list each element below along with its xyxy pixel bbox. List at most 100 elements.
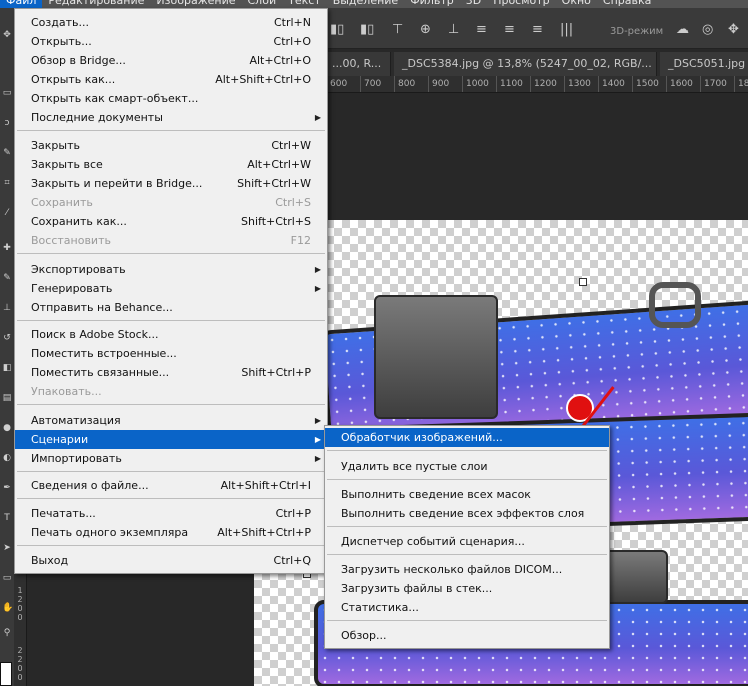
pen-tool-icon[interactable]: ✒ [2,483,12,493]
menu-item-delete-empty-layers[interactable]: Удалить все пустые слои [325,457,609,476]
healing-brush-tool-icon[interactable]: ✚ [2,243,12,253]
menu-item-export[interactable]: Экспортировать ▶ [15,260,327,279]
menu-item-print-one-copy[interactable]: Печать одного экземпляра Alt+Shift+Ctrl+P [15,523,327,542]
menu-item-new[interactable]: Создать... Ctrl+N [15,13,327,32]
quick-select-tool-icon[interactable]: ✎ [2,148,12,158]
menu-item-label: Открыть как смарт-объект... [31,92,199,105]
menu-window[interactable]: Окно [556,0,597,8]
menu-edit[interactable]: Редактирование [42,0,150,8]
menu-separator [17,498,325,499]
distribute-top-icon[interactable]: ≡ [476,22,487,37]
menu-text[interactable]: Текст [282,0,327,8]
distribute-middle-icon[interactable]: ≡ [504,22,515,37]
tab-document-2[interactable]: _DSC5384.jpg @ 13,8% (5247_00_02, RGB/..… [394,52,657,76]
align-middle-icon[interactable]: ⊕ [420,22,431,37]
ruler-number: 700 [364,79,382,89]
menu-item-generate[interactable]: Генерировать ▶ [15,279,327,298]
type-tool-icon[interactable]: T [2,513,12,523]
menu-image[interactable]: Изображение [150,0,241,8]
marquee-tool-icon[interactable]: ▭ [2,88,12,98]
menu-help[interactable]: Справка [597,0,657,8]
menu-filter[interactable]: Фильтр [404,0,460,8]
menu-item-shortcut: Ctrl+Q [273,554,311,567]
menu-item-close-and-go-to-bridge[interactable]: Закрыть и перейти в Bridge... Shift+Ctrl+… [15,174,327,193]
menu-item-file-info[interactable]: Сведения о файле... Alt+Shift+Ctrl+I [15,476,327,495]
ruler-number: 1300 [568,79,591,89]
menu-item-print[interactable]: Печатать... Ctrl+P [15,504,327,523]
ruler-number: 1400 [602,79,625,89]
blur-tool-icon[interactable]: ● [2,423,12,433]
file-menu: Создать... Ctrl+N Открыть... Ctrl+O Обзор … [14,8,328,574]
menu-item-search-adobe-stock[interactable]: Поиск в Adobe Stock... [15,325,327,344]
menu-item-load-dicom-files[interactable]: Загрузить несколько файлов DICOM... [325,560,609,579]
foreground-color-swatch[interactable] [0,662,12,686]
menu-item-flatten-all-layer-effects[interactable]: Выполнить сведение всех эффектов слоя [325,504,609,523]
eyedropper-tool-icon[interactable]: ⁄ [2,208,12,218]
menu-select[interactable]: Выделение [327,0,405,8]
path-select-tool-icon[interactable]: ➤ [2,543,12,553]
menu-item-statistics[interactable]: Статистика... [325,598,609,617]
menu-item-automate[interactable]: Автоматизация ▶ [15,411,327,430]
3d-rotate-icon[interactable]: ☁ [676,22,689,37]
menu-item-browse[interactable]: Обзор... [325,626,609,645]
transform-handle[interactable] [579,278,587,286]
menu-separator [17,545,325,546]
3d-roll-icon[interactable]: ◎ [702,22,713,37]
history-brush-tool-icon[interactable]: ↺ [2,333,12,343]
eraser-tool-icon[interactable]: ◧ [2,363,12,373]
menu-item-flatten-all-masks[interactable]: Выполнить сведение всех масок [325,485,609,504]
menu-item-scripts[interactable]: Сценарии ▶ [15,430,327,449]
distribute-bottom-icon[interactable]: ≡ [532,22,543,37]
align-bottom-icon[interactable]: ⊥ [448,22,459,37]
menu-item-open[interactable]: Открыть... Ctrl+O [15,32,327,51]
menu-item-shortcut: Alt+Shift+Ctrl+O [215,73,311,86]
menu-item-recent-documents[interactable]: Последние документы ▶ [15,108,327,127]
zoom-tool-icon[interactable]: ⚲ [2,628,12,638]
menu-item-label: Печатать... [31,507,96,520]
menu-layers[interactable]: Слои [242,0,283,8]
align-top-icon[interactable]: ⊤ [392,22,403,37]
menu-item-label: Импортировать [31,452,122,465]
move-tool-icon[interactable]: ✥ [2,30,12,40]
distribute-horizontal-icon[interactable]: ||| [560,22,573,37]
collar-buckle [374,295,498,419]
menu-item-browse-in-bridge[interactable]: Обзор в Bridge... Alt+Ctrl+O [15,51,327,70]
menu-item-open-as-smart-object[interactable]: Открыть как смарт-объект... [15,89,327,108]
shape-tool-icon[interactable]: ▭ [2,573,12,583]
menu-item-open-as[interactable]: Открыть как... Alt+Shift+Ctrl+O [15,70,327,89]
menu-item-label: Автоматизация [31,414,121,427]
3d-pan-icon[interactable]: ✥ [728,22,739,37]
dodge-tool-icon[interactable]: ◐ [2,453,12,463]
scripts-submenu: Обработчик изображений... Удалить все пу… [324,425,610,649]
clone-stamp-tool-icon[interactable]: ⊥ [2,303,12,313]
menu-file[interactable]: Файл [0,0,43,8]
ruler-number: 0 [17,673,23,682]
menu-3d[interactable]: 3D [460,0,487,8]
menu-item-label: Обзор... [341,629,387,642]
ruler-number: 1 [17,586,23,595]
tab-document-1[interactable]: ...00, R... [324,52,391,76]
lasso-tool-icon[interactable]: ↄ [2,118,12,128]
menu-item-close-all[interactable]: Закрыть все Alt+Ctrl+W [15,155,327,174]
menu-view[interactable]: Просмотр [487,0,555,8]
menu-item-label: Обработчик изображений... [341,431,503,444]
menu-item-image-processor[interactable]: Обработчик изображений... [325,428,609,447]
menu-item-exit[interactable]: Выход Ctrl+Q [15,551,327,570]
menu-item-place-linked[interactable]: Поместить связанные... Shift+Ctrl+P [15,363,327,382]
tab-document-3[interactable]: _DSC5051.jpg× [660,52,748,76]
hand-tool-icon[interactable]: ✋ [2,603,13,613]
menu-item-script-events-manager[interactable]: Диспетчер событий сценария... [325,532,609,551]
menu-item-share-on-behance[interactable]: Отправить на Behance... [15,298,327,317]
menu-item-import[interactable]: Импортировать ▶ [15,449,327,468]
align-center-icon[interactable]: ▮▯ [360,22,374,37]
menu-item-label: Загрузить файлы в стек... [341,582,493,595]
align-left-icon[interactable]: ▮▯ [330,22,344,37]
menu-item-place-embedded[interactable]: Поместить встроенные... [15,344,327,363]
ruler-number: 0 [17,664,23,673]
brush-tool-icon[interactable]: ✎ [2,273,12,283]
gradient-tool-icon[interactable]: ▤ [2,393,12,403]
menu-item-close[interactable]: Закрыть Ctrl+W [15,136,327,155]
menu-item-load-files-into-stack[interactable]: Загрузить файлы в стек... [325,579,609,598]
crop-tool-icon[interactable]: ⌗ [2,178,12,188]
menu-item-save-as[interactable]: Сохранить как... Shift+Ctrl+S [15,212,327,231]
